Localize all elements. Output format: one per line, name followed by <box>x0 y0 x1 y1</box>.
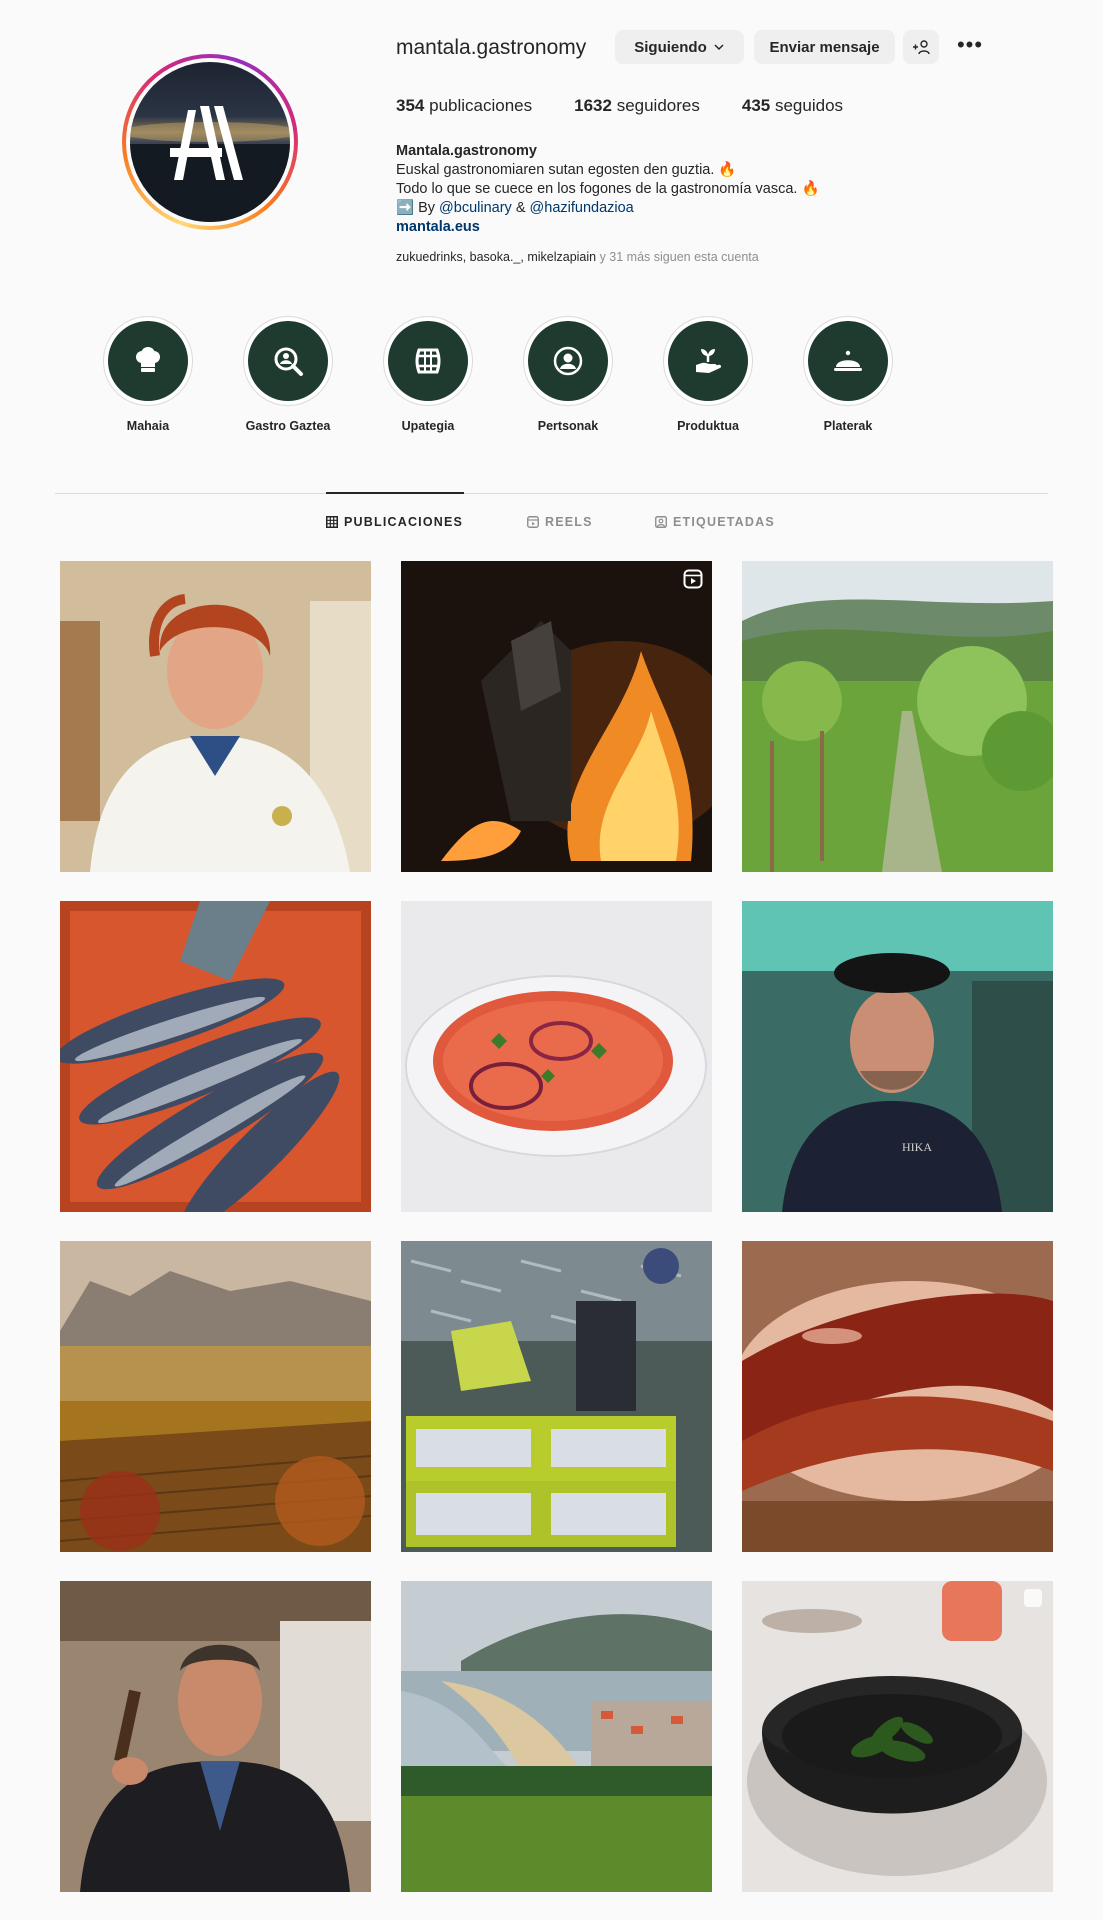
highlight-upategia[interactable]: Upategia <box>383 316 473 433</box>
following-count: 435 <box>741 96 771 115</box>
profile-avatar-ring[interactable] <box>122 54 298 230</box>
grid-icon <box>326 516 338 528</box>
following-label: Siguiendo <box>634 38 707 56</box>
following-stat-label: seguidos <box>774 96 844 115</box>
highlight-label: Pertsonak <box>537 419 599 433</box>
followed-by[interactable]: zukuedrinks, basoka._, mikelzapiain y 31… <box>396 250 759 264</box>
highlight-label: Upategia <box>401 419 455 433</box>
post-vineyard-mountains[interactable] <box>60 1241 371 1552</box>
post-green-valley-path[interactable] <box>742 561 1053 872</box>
website-link[interactable]: mantala.eus <box>396 218 820 237</box>
post-tuna-crate[interactable] <box>60 901 371 1212</box>
highlight-pertsonak[interactable]: Pertsonak <box>523 316 613 433</box>
barrel-icon <box>415 348 441 374</box>
username: mantala.gastronomy <box>396 36 587 59</box>
svg-text:HIKA: HIKA <box>902 1140 932 1154</box>
posts-stat: 354 publicaciones <box>396 96 532 116</box>
highlight-label: Platerak <box>823 419 873 433</box>
person-icon <box>553 346 583 376</box>
more-options-button[interactable]: ••• <box>955 34 985 58</box>
chevron-down-icon <box>714 44 724 51</box>
post-fish-market-crates[interactable] <box>401 1241 712 1552</box>
followers-count: 1632 <box>574 96 612 115</box>
more-icon: ••• <box>956 32 984 57</box>
followed-by-names: zukuedrinks, basoka._, mikelzapiain <box>396 250 597 264</box>
highlight-label: Mahaia <box>126 419 170 433</box>
tab-label: REELS <box>545 515 593 529</box>
mention-hazifundazioa[interactable]: @hazifundazioa <box>530 200 634 216</box>
post-tomato-salad[interactable] <box>401 901 712 1212</box>
tab-label: ETIQUETADAS <box>673 515 775 529</box>
highlight-platerak[interactable]: Platerak <box>803 316 893 433</box>
post-chef-beret-portrait[interactable]: HIKA <box>742 901 1053 1212</box>
profile-bio: Mantala.gastronomy Euskal gastronomiaren… <box>396 142 820 237</box>
posts-label: publicaciones <box>429 96 533 115</box>
reel-badge-icon <box>683 569 703 589</box>
add-person-icon <box>913 40 930 55</box>
followed-by-more: y 31 más siguen esta cuenta <box>596 250 759 264</box>
chef-hat-icon <box>136 347 160 372</box>
tab-etiquetadas[interactable]: ETIQUETADAS <box>655 515 775 529</box>
highlight-gastro-gaztea[interactable]: Gastro Gaztea <box>243 316 333 433</box>
followers-label: seguidores <box>616 96 700 115</box>
reels-icon <box>527 516 539 528</box>
search-person-icon <box>274 347 303 376</box>
followers-stat[interactable]: 1632 seguidores <box>574 96 700 116</box>
tab-reels[interactable]: REELS <box>527 515 593 529</box>
hand-plant-icon <box>696 349 722 373</box>
bio-line-2: Todo lo que se cuece en los fogones de l… <box>396 181 820 197</box>
tab-publicaciones[interactable]: PUBLICACIONES <box>326 515 463 529</box>
post-chef-woman-portrait[interactable] <box>60 561 371 872</box>
post-glazed-meat[interactable] <box>742 1241 1053 1552</box>
post-wood-fire[interactable] <box>401 561 712 872</box>
posts-count: 354 <box>396 96 425 115</box>
tabs-divider <box>55 493 1048 494</box>
following-stat[interactable]: 435 seguidos <box>742 96 843 116</box>
avatar <box>130 62 290 222</box>
bio-ampersand: & <box>511 200 530 216</box>
bio-line-1: Euskal gastronomiaren sutan egosten den … <box>396 162 737 178</box>
profile-stats: 354 publicaciones 1632 seguidores 435 se… <box>396 96 843 116</box>
mention-bculinary[interactable]: @bculinary <box>439 200 512 216</box>
bio-by-prefix: ➡️ By <box>396 200 440 216</box>
following-button[interactable]: Siguiendo <box>615 30 744 64</box>
send-message-label: Enviar mensaje <box>769 38 880 56</box>
cloche-icon <box>834 350 862 371</box>
post-beach-town-coast[interactable] <box>401 1581 712 1892</box>
highlight-label: Produktua <box>677 419 739 433</box>
tab-label: PUBLICACIONES <box>344 515 464 529</box>
tagged-icon <box>655 516 667 528</box>
highlight-label: Gastro Gaztea <box>245 419 331 433</box>
mantala-logo-icon <box>130 106 290 222</box>
display-name: Mantala.gastronomy <box>396 143 537 159</box>
post-peppers-bowl[interactable] <box>742 1581 1053 1892</box>
send-message-button[interactable]: Enviar mensaje <box>754 30 895 64</box>
highlight-produktua[interactable]: Produktua <box>663 316 753 433</box>
highlight-mahaia[interactable]: Mahaia <box>103 316 193 433</box>
suggested-accounts-button[interactable] <box>903 30 939 64</box>
bio-line-3: ➡️ By @bculinary & @hazifundazioa <box>396 199 820 218</box>
active-tab-indicator <box>326 492 464 494</box>
post-farmer-portrait[interactable] <box>60 1581 371 1892</box>
